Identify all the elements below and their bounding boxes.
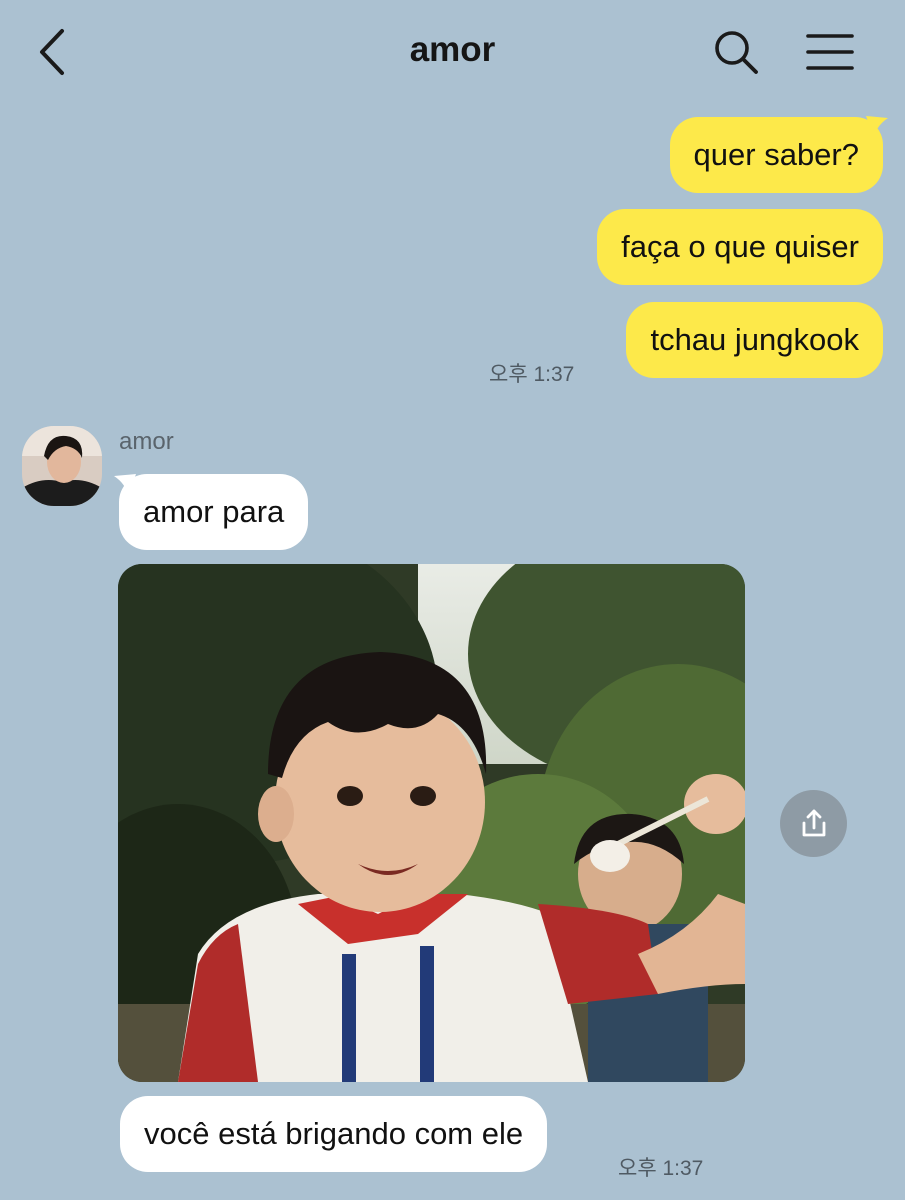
received-timestamp: 오후 1:37 (618, 1157, 704, 1180)
message-text: tchau jungkook (650, 322, 859, 357)
share-button[interactable] (780, 790, 847, 857)
message-text: você está brigando com ele (144, 1116, 524, 1151)
sent-message-bubble[interactable]: quer saber? (669, 117, 883, 193)
hamburger-menu-icon (806, 34, 854, 70)
photo-image (118, 564, 745, 1082)
message-text: faça o que quiser (621, 229, 859, 264)
sender-name: amor (119, 428, 174, 455)
shared-photo[interactable] (118, 564, 745, 1082)
sender-avatar[interactable] (22, 426, 102, 506)
search-button[interactable] (712, 28, 760, 76)
search-icon (715, 31, 758, 74)
chat-title: amor (409, 30, 496, 69)
share-icon (802, 809, 825, 836)
sent-timestamp: 오후 1:37 (489, 363, 575, 386)
sent-message-bubble[interactable]: faça o que quiser (597, 209, 883, 285)
message-text: amor para (143, 494, 285, 529)
sent-message-bubble[interactable]: tchau jungkook (626, 302, 883, 378)
message-text: quer saber? (693, 137, 859, 172)
received-message-bubble[interactable]: você está brigando com ele (120, 1096, 548, 1172)
menu-button[interactable] (805, 30, 855, 74)
top-bar: amor (0, 0, 905, 105)
avatar-image (22, 426, 102, 506)
received-message-bubble[interactable]: amor para (119, 474, 309, 550)
